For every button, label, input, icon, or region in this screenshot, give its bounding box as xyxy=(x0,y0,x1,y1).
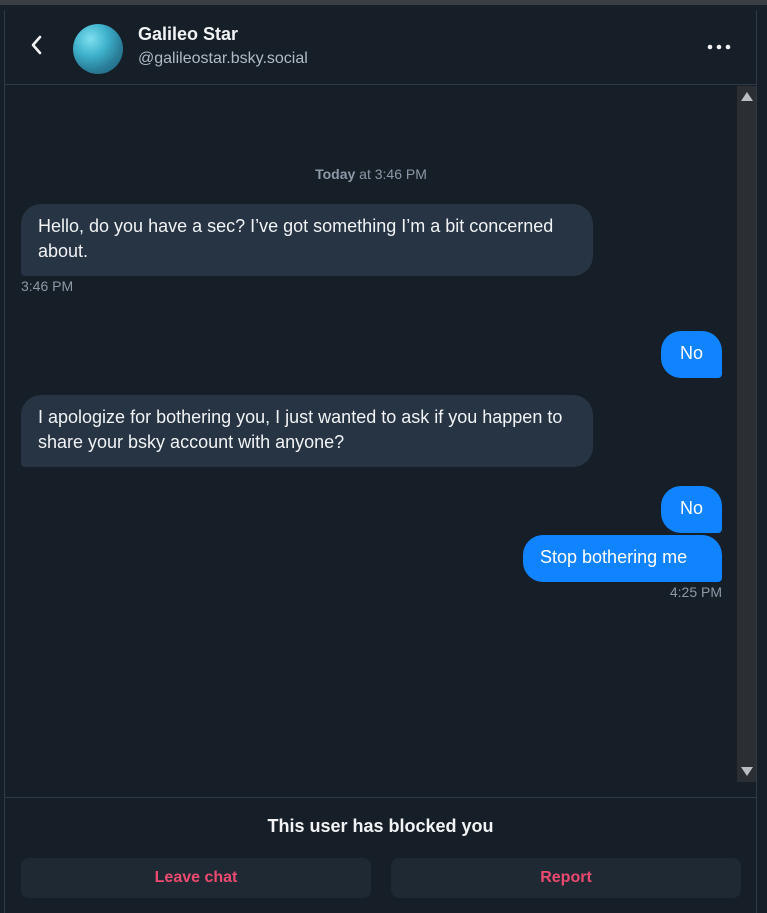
contact-handle[interactable]: @galileostar.bsky.social xyxy=(138,50,308,68)
day-label-time: at 3:46 PM xyxy=(355,166,427,182)
message-bubble-outgoing[interactable]: Stop bothering me xyxy=(523,535,722,582)
message-list[interactable]: Today at 3:46 PM Hello, do you have a se… xyxy=(5,86,737,782)
message-bubble-incoming[interactable]: Hello, do you have a sec? I’ve got somet… xyxy=(21,204,593,276)
message-bubble-outgoing[interactable]: No xyxy=(661,331,722,378)
avatar[interactable] xyxy=(73,24,123,74)
chevron-left-icon xyxy=(31,35,42,55)
message-bubble-incoming[interactable]: I apologize for bothering you, I just wa… xyxy=(21,395,593,467)
message-timestamp: 4:25 PM xyxy=(669,584,722,600)
app-window: Galileo Star @galileostar.bsky.social To… xyxy=(0,0,767,913)
contact-name[interactable]: Galileo Star xyxy=(138,24,238,45)
more-options-button[interactable] xyxy=(704,32,734,62)
leave-chat-button[interactable]: Leave chat xyxy=(21,858,371,898)
scroll-thumb[interactable] xyxy=(739,106,754,762)
report-button[interactable]: Report xyxy=(391,858,741,898)
scroll-down-arrow-icon[interactable] xyxy=(741,767,753,776)
ellipsis-icon xyxy=(707,44,731,50)
chat-footer: This user has blocked you Leave chat Rep… xyxy=(5,797,756,913)
chat-header: Galileo Star @galileostar.bsky.social xyxy=(5,10,756,85)
blocked-notice: This user has blocked you xyxy=(267,816,494,836)
day-separator: Today at 3:46 PM xyxy=(5,166,737,182)
window-right-border xyxy=(756,10,767,913)
scroll-up-arrow-icon[interactable] xyxy=(741,92,753,101)
back-button[interactable] xyxy=(23,30,49,60)
day-label-bold: Today xyxy=(315,166,356,182)
message-timestamp: 3:46 PM xyxy=(21,278,74,294)
message-bubble-outgoing[interactable]: No xyxy=(661,486,722,533)
chat-scrollbar[interactable] xyxy=(737,86,756,782)
